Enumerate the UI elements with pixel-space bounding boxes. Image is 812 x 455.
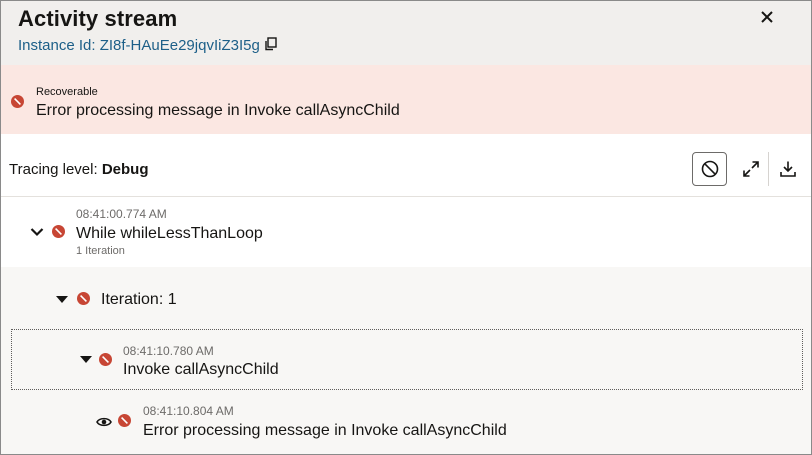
close-icon — [761, 11, 773, 23]
copy-icon[interactable] — [264, 36, 278, 51]
item-label[interactable]: While whileLessThanLoop — [76, 225, 263, 243]
collapse-triangle-icon[interactable] — [80, 356, 92, 363]
toolbar-divider — [768, 152, 769, 186]
item-subtext: 1 Iteration — [76, 245, 125, 257]
item-timestamp: 08:41:10.780 AM — [123, 344, 214, 358]
collapse-chevron-icon[interactable] — [30, 227, 44, 237]
tracing-level-value: Debug — [101, 161, 149, 178]
banner-message: Error processing message in Invoke callA… — [36, 102, 400, 119]
instance-id[interactable]: Instance Id: ZI8f-HAuEe29jqvIiZ3I5g — [18, 36, 278, 54]
download-icon — [780, 161, 796, 177]
close-button[interactable] — [757, 7, 777, 27]
eye-icon[interactable] — [96, 415, 112, 433]
panel-header: Activity stream Instance Id: ZI8f-HAuEe2… — [1, 1, 811, 65]
panel-title: Activity stream — [18, 6, 178, 31]
item-label[interactable]: Invoke callAsyncChild — [123, 361, 279, 379]
tracing-level: Tracing level: Debug — [9, 161, 148, 178]
banner-severity: Recoverable — [36, 86, 98, 98]
error-banner — [1, 65, 811, 134]
item-timestamp: 08:41:00.774 AM — [76, 207, 167, 221]
download-button[interactable] — [776, 157, 800, 181]
cancel-icon — [701, 160, 718, 178]
error-icon — [52, 225, 65, 238]
item-label[interactable]: Iteration: 1 — [101, 291, 177, 309]
item-timestamp: 08:41:10.804 AM — [143, 404, 234, 418]
error-icon — [77, 292, 90, 305]
cancel-button[interactable] — [692, 152, 727, 186]
item-label[interactable]: Error processing message in Invoke callA… — [143, 422, 507, 440]
expand-button[interactable] — [739, 157, 763, 181]
activity-stream-panel: Activity stream Instance Id: ZI8f-HAuEe2… — [0, 0, 812, 455]
selected-row-outline[interactable] — [11, 329, 803, 390]
collapse-triangle-icon[interactable] — [56, 296, 68, 303]
error-icon — [99, 353, 112, 366]
error-icon — [11, 95, 24, 108]
expand-icon — [743, 161, 759, 177]
instance-id-label: Instance Id: ZI8f-HAuEe29jqvIiZ3I5g — [18, 37, 260, 54]
tracing-level-label: Tracing level: — [9, 161, 102, 178]
error-icon — [118, 414, 131, 427]
